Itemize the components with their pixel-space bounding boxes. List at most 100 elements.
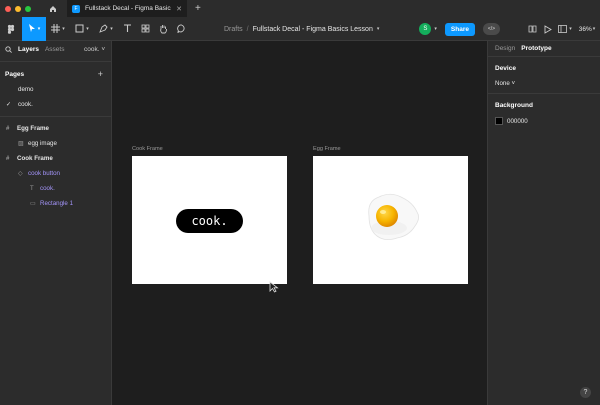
figma-window: F Fullstack Decal - Figma Basics Les ✕ +… [0,0,600,405]
right-panel: Design Prototype Device None ˅ Backgroun… [487,41,600,405]
canvas[interactable]: Cook Frame cook. Egg Frame [113,41,487,405]
dev-mode-toggle[interactable]: </> [483,23,500,35]
frame-icon: # [6,155,10,162]
pages-header: Pages + [0,66,111,82]
comment-tool-button[interactable] [172,17,190,41]
layer-rectangle-1[interactable]: ▭ Rectangle 1 [0,196,111,211]
share-button[interactable]: Share [444,22,475,36]
background-color-field[interactable]: 000000 [495,117,593,125]
zoom-control[interactable]: 36% ▾ [574,17,600,41]
close-tab-icon[interactable]: ✕ [176,5,182,13]
tab-assets[interactable]: Assets [45,46,65,53]
components-icon [141,24,149,33]
page-item-demo[interactable]: demo [0,82,111,97]
checkmark-icon: ✓ [6,102,12,108]
divider [0,116,111,117]
help-button[interactable]: ? [580,387,591,398]
text-icon: T [30,185,34,192]
tab-prototype[interactable]: Prototype [521,45,551,52]
current-page-selector[interactable]: cook. ˅ [84,46,105,53]
zoom-level: 36% [578,25,592,33]
device-value: None ˅ [495,80,516,87]
layer-label: Cook Frame [17,155,53,162]
chevron-down-icon: ▾ [110,25,113,32]
tab-layers[interactable]: Layers [18,46,39,53]
avatar: S [419,23,432,35]
pen-tool-button[interactable]: ▾ [94,17,118,41]
background-color-value[interactable]: 000000 [507,118,528,125]
present-button[interactable] [540,17,556,41]
layer-label: cook. [40,185,55,192]
background-label: Background [495,102,533,109]
layer-label: cook button [28,170,60,177]
book-icon [528,25,536,33]
egg-frame-label[interactable]: Egg Frame [313,146,341,152]
toolbar-right: S ▾ Share </> ▾ 36% ▾ [419,17,600,41]
cook-frame[interactable]: cook. [132,156,287,284]
background-section: Background 000000 [488,94,600,131]
close-window-button[interactable] [5,5,11,12]
hand-tool-button[interactable] [154,17,172,41]
view-icon [558,25,568,33]
background-color-swatch[interactable] [495,117,503,125]
device-label: Device [495,65,516,72]
device-section: Device None ˅ [488,57,600,94]
chevron-down-icon: ▾ [86,25,89,32]
view-settings-button[interactable]: ▾ [556,17,574,41]
move-cursor-icon [28,24,35,32]
figma-file-icon: F [72,4,80,13]
play-icon [544,24,552,34]
frame-icon [51,24,61,33]
page-item-cook[interactable]: ✓ cook. [0,97,111,112]
layer-cook-text[interactable]: T cook. [0,181,111,196]
multiplayer-avatars[interactable]: S ▾ [419,23,437,35]
file-tab-title: Fullstack Decal - Figma Basics Les [85,5,171,12]
hand-icon [159,24,167,33]
breadcrumb-drafts[interactable]: Drafts [224,26,243,33]
home-icon[interactable] [45,0,61,17]
main-toolbar: ▾ ▾ ▾ ▾ Drafts / Fullstack Decal - Figma… [0,16,600,41]
right-panel-tabs: Design Prototype [488,41,600,57]
layer-egg-frame[interactable]: # Egg Frame [0,121,111,136]
layer-label: egg image [28,140,57,147]
layer-cook-button[interactable]: ◇ cook button [0,166,111,181]
chevron-down-icon: ▾ [569,26,572,32]
frame-icon: # [6,125,10,132]
search-icon[interactable] [5,45,12,53]
figma-logo-icon [7,24,15,34]
layer-label: Egg Frame [17,125,49,132]
add-page-button[interactable]: + [98,69,103,79]
library-button[interactable] [524,17,540,41]
text-tool-button[interactable] [118,17,136,41]
egg-frame[interactable] [313,156,468,284]
egg-image[interactable] [313,156,468,284]
image-icon: ▨ [18,141,24,147]
left-panel-tabs: Layers Assets cook. ˅ [0,41,111,57]
chevron-down-icon[interactable]: ▾ [377,26,380,32]
maximize-window-button[interactable] [25,5,31,12]
cook-button[interactable]: cook. [176,209,243,233]
comment-icon [176,24,185,33]
file-name[interactable]: Fullstack Decal - Figma Basics Lesson [253,26,373,33]
layer-label: Rectangle 1 [40,200,74,207]
code-icon: </> [487,26,496,32]
tab-design[interactable]: Design [495,45,515,52]
device-select[interactable]: None ˅ [495,80,593,87]
left-panel: Layers Assets cook. ˅ Pages + demo ✓ coo… [0,41,112,405]
mouse-cursor-icon [269,281,279,293]
cook-frame-label[interactable]: Cook Frame [132,146,163,152]
shape-tool-button[interactable]: ▾ [70,17,94,41]
move-tool-button[interactable]: ▾ [22,16,46,41]
breadcrumb-separator: / [246,25,249,33]
frame-tool-button[interactable]: ▾ [46,17,70,41]
new-tab-button[interactable]: + [195,3,201,14]
resources-tool-button[interactable] [136,17,154,41]
text-icon [123,24,131,32]
layer-cook-frame[interactable]: # Cook Frame [0,151,111,166]
file-tab[interactable]: F Fullstack Decal - Figma Basics Les ✕ [67,0,187,17]
window-controls [5,5,31,12]
minimize-window-button[interactable] [15,5,21,12]
main-menu-button[interactable] [0,17,22,41]
layer-egg-image[interactable]: ▨ egg image [0,136,111,151]
page-label: cook. [18,101,33,108]
